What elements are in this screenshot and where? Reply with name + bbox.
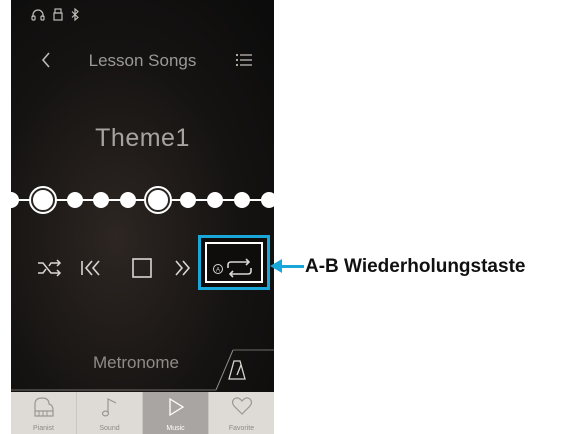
- nav-music-label: Music: [166, 425, 185, 432]
- transport-controls: A: [11, 246, 274, 290]
- song-position-track[interactable]: [11, 180, 274, 220]
- previous-button[interactable]: [77, 246, 107, 290]
- ab-repeat-button[interactable]: A: [208, 246, 260, 290]
- song-list-icon[interactable]: [234, 50, 254, 70]
- status-bar: [31, 8, 80, 21]
- heart-icon: [231, 397, 252, 415]
- position-dot: [11, 192, 19, 208]
- stop-icon: [132, 258, 152, 278]
- callout-label: A-B Wiederholungstaste: [305, 256, 526, 277]
- nav-music[interactable]: Music: [143, 392, 209, 434]
- previous-icon: [81, 260, 100, 276]
- position-dot: [207, 192, 223, 208]
- nav-favorite[interactable]: Favorite: [209, 392, 274, 434]
- header-bar: Lesson Songs: [11, 48, 274, 74]
- bottom-nav: Pianist Sound Music Favorite: [11, 392, 274, 434]
- stop-button[interactable]: [127, 246, 157, 290]
- position-dot: [261, 192, 274, 208]
- ab-repeat-icon: A: [213, 258, 252, 278]
- shuffle-icon: [38, 259, 62, 277]
- usb-icon: [53, 8, 63, 21]
- position-dot-large: [146, 188, 170, 212]
- metronome-label: Metronome: [93, 353, 179, 372]
- position-dot: [93, 192, 109, 208]
- metronome-icon[interactable]: [228, 359, 246, 381]
- metronome-row[interactable]: Metronome: [11, 340, 274, 392]
- shuffle-button[interactable]: [35, 246, 65, 290]
- position-dot: [120, 192, 136, 208]
- play-icon: [168, 397, 184, 417]
- headphones-icon: [31, 8, 45, 21]
- song-title: Theme1: [95, 124, 190, 152]
- position-dot: [67, 192, 83, 208]
- next-icon: [175, 260, 191, 276]
- next-button[interactable]: [171, 246, 195, 290]
- music-note-icon: [101, 398, 116, 417]
- callout-arrow-icon: [270, 259, 282, 273]
- nav-pianist[interactable]: Pianist: [11, 392, 77, 434]
- position-dot-large: [31, 188, 55, 212]
- nav-favorite-label: Favorite: [228, 425, 255, 432]
- piano-icon: [33, 397, 54, 417]
- nav-sound-label: Sound: [99, 425, 120, 432]
- position-dot: [234, 192, 250, 208]
- nav-sound[interactable]: Sound: [77, 392, 143, 434]
- phone-screen: Lesson Songs Theme1 A Metronome Pianist …: [11, 0, 274, 434]
- nav-pianist-label: Pianist: [32, 425, 54, 432]
- svg-text:A: A: [216, 268, 220, 274]
- bluetooth-icon: [71, 8, 79, 21]
- position-dot: [180, 192, 196, 208]
